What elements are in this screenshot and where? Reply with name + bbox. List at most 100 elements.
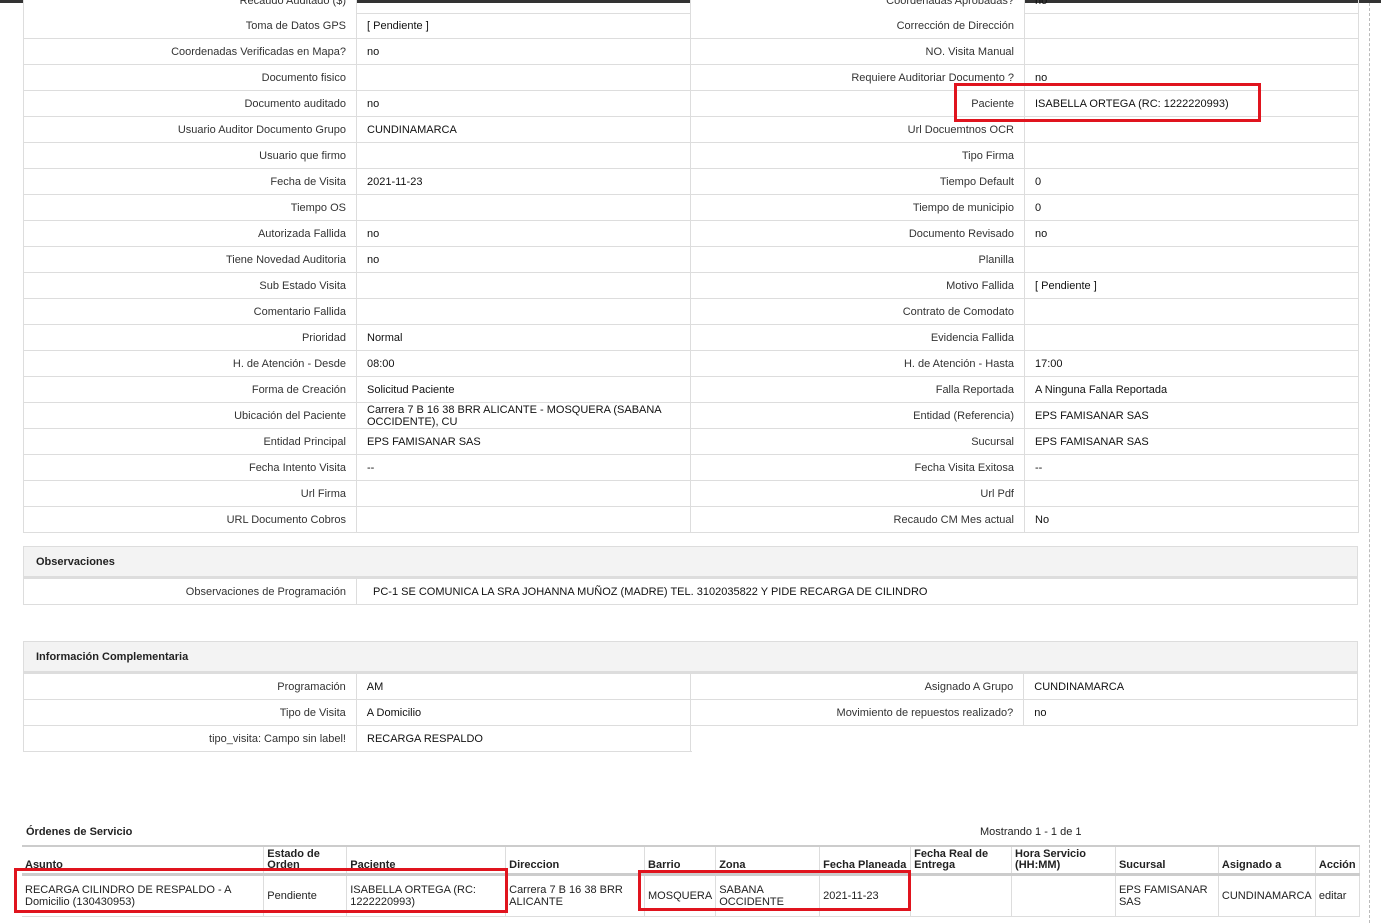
section-title: Información Complementaria: [23, 641, 1358, 674]
field-label: Forma de Creación: [24, 377, 357, 402]
field-label: Motivo Fallida: [691, 273, 1025, 298]
field-value: A Domicilio: [357, 700, 691, 725]
field-label: Coordenadas Aprobadas?: [691, 0, 1025, 13]
field-value: EPS FAMISANAR SAS: [1025, 429, 1359, 454]
observaciones-section: Observaciones Observaciones de Programac…: [23, 546, 1358, 605]
field-label: Tiempo OS: [24, 195, 357, 220]
field-label: Corrección de Dirección: [691, 13, 1025, 38]
detail-row: URL Documento Cobros Recaudo CM Mes actua…: [24, 507, 1359, 533]
field-label: Tipo Firma: [691, 143, 1025, 168]
field-label: Usuario que firmo: [24, 143, 357, 168]
orders-count: Mostrando 1 - 1 de 1: [980, 826, 1082, 838]
observaciones-row: Observaciones de Programación PC-1 SE CO…: [23, 579, 1358, 605]
detail-row: Prioridad Normal Evidencia Fallida: [24, 325, 1359, 351]
field-label: Documento fisico: [24, 65, 357, 90]
field-value: [357, 65, 691, 90]
field-value: no: [357, 221, 691, 246]
field-label: Url Pdf: [691, 481, 1025, 506]
field-label: Sucursal: [691, 429, 1025, 454]
field-label: Documento auditado: [24, 91, 357, 116]
field-value: [ Pendiente ]: [1025, 273, 1359, 298]
field-label: Entidad Principal: [24, 429, 357, 454]
field-value: A Ninguna Falla Reportada: [1025, 377, 1359, 402]
field-value: [1025, 481, 1359, 506]
field-label: Url Firma: [24, 481, 357, 506]
column-header[interactable]: Fecha Real de Entrega: [910, 845, 1013, 876]
column-header[interactable]: Acción: [1315, 845, 1361, 876]
field-value: [ Pendiente ]: [357, 13, 691, 38]
highlight-order-location-date: [638, 870, 911, 911]
cell-fecha-real: [910, 874, 1013, 917]
column-header[interactable]: Direccion: [505, 845, 646, 876]
field-label: tipo_visita: Campo sin label!: [24, 726, 357, 751]
field-value: [357, 0, 691, 13]
field-value: Normal: [357, 325, 691, 350]
field-value: no: [1025, 0, 1359, 13]
detail-row: Tiempo OS Tiempo de municipio 0: [24, 195, 1359, 221]
field-label: Usuario Auditor Documento Grupo: [24, 117, 357, 142]
field-value: EPS FAMISANAR SAS: [357, 429, 691, 454]
field-label: Contrato de Comodato: [691, 299, 1025, 324]
field-value: CUNDINAMARCA: [1024, 674, 1358, 699]
field-value: [1025, 39, 1359, 64]
field-label: Documento Revisado: [691, 221, 1025, 246]
edit-link[interactable]: editar: [1319, 890, 1347, 902]
field-value: 17:00: [1025, 351, 1359, 376]
column-header[interactable]: Asignado a: [1218, 845, 1316, 876]
field-label: Prioridad: [24, 325, 357, 350]
detail-row: Fecha de Visita 2021-11-23 Tiempo Default 0: [24, 169, 1359, 195]
field-label: Fecha Visita Exitosa: [691, 455, 1025, 480]
field-label: Coordenadas Verificadas en Mapa?: [24, 39, 357, 64]
field-label: Movimiento de repuestos realizado?: [690, 700, 1025, 725]
detail-row: Sub Estado Visita Motivo Fallida[ Pendien…: [24, 273, 1359, 299]
field-value: [357, 507, 691, 532]
field-value: [1025, 13, 1359, 38]
field-value: --: [357, 455, 691, 480]
field-value: [357, 143, 691, 168]
detail-grid-cut: Recaudo Auditado ($) Coordenadas Aprobad…: [23, 0, 1359, 14]
field-value: No: [1025, 507, 1359, 532]
field-label: NO. Visita Manual: [691, 39, 1025, 64]
field-value: EPS FAMISANAR SAS: [1025, 403, 1359, 428]
complementaria-grid: Programación AM Asignado A Grupo CUNDINAMAR…: [23, 674, 1358, 752]
field-label: Programación: [24, 674, 357, 699]
field-label: Evidencia Fallida: [691, 325, 1025, 350]
field-value: [1025, 143, 1359, 168]
field-label: Tipo de Visita: [24, 700, 357, 725]
field-value: Solicitud Paciente: [357, 377, 691, 402]
field-label: URL Documento Cobros: [24, 507, 357, 532]
complementaria-row: tipo_visita: Campo sin label! RECARGA RES…: [24, 726, 692, 752]
field-label: Fecha de Visita: [24, 169, 357, 194]
detail-row: Autorizada Fallida no Documento Revisado no: [24, 221, 1359, 247]
field-value: RECARGA RESPALDO: [357, 726, 691, 751]
field-label: Recaudo CM Mes actual: [691, 507, 1025, 532]
field-value: PC-1 SE COMUNICA LA SRA JOHANNA MUÑOZ (M…: [373, 585, 928, 598]
cell-sucursal: EPS FAMISANAR SAS: [1115, 874, 1219, 917]
field-label: Autorizada Fallida: [24, 221, 357, 246]
complementaria-section: Información Complementaria Programación A…: [23, 641, 1358, 752]
field-label: Planilla: [691, 247, 1025, 272]
field-value: no: [1025, 221, 1359, 246]
field-value: 2021-11-23: [357, 169, 691, 194]
column-header[interactable]: Sucursal: [1115, 845, 1219, 876]
page-edge-divider: [1369, 3, 1370, 923]
field-value: [1025, 325, 1359, 350]
column-header[interactable]: Hora Servicio (HH:MM): [1011, 845, 1116, 876]
field-value: [357, 481, 691, 506]
field-value: [1025, 299, 1359, 324]
field-value: [357, 299, 691, 324]
field-value: no: [357, 91, 691, 116]
field-label: Tiempo de municipio: [691, 195, 1025, 220]
field-label: Tiene Novedad Auditoria: [24, 247, 357, 272]
field-label: Comentario Fallida: [24, 299, 357, 324]
field-value: [357, 195, 691, 220]
detail-row: Tiene Novedad Auditoria no Planilla: [24, 247, 1359, 273]
field-label: Entidad (Referencia): [691, 403, 1025, 428]
field-label: Falla Reportada: [691, 377, 1025, 402]
field-value: [1025, 247, 1359, 272]
detail-row: Entidad Principal EPS FAMISANAR SAS Sucurs…: [24, 429, 1359, 455]
detail-row: Forma de Creación Solicitud Paciente Falla…: [24, 377, 1359, 403]
highlight-order-patient: [14, 868, 508, 913]
field-label: Tiempo Default: [691, 169, 1025, 194]
detail-row: Comentario Fallida Contrato de Comodato: [24, 299, 1359, 325]
